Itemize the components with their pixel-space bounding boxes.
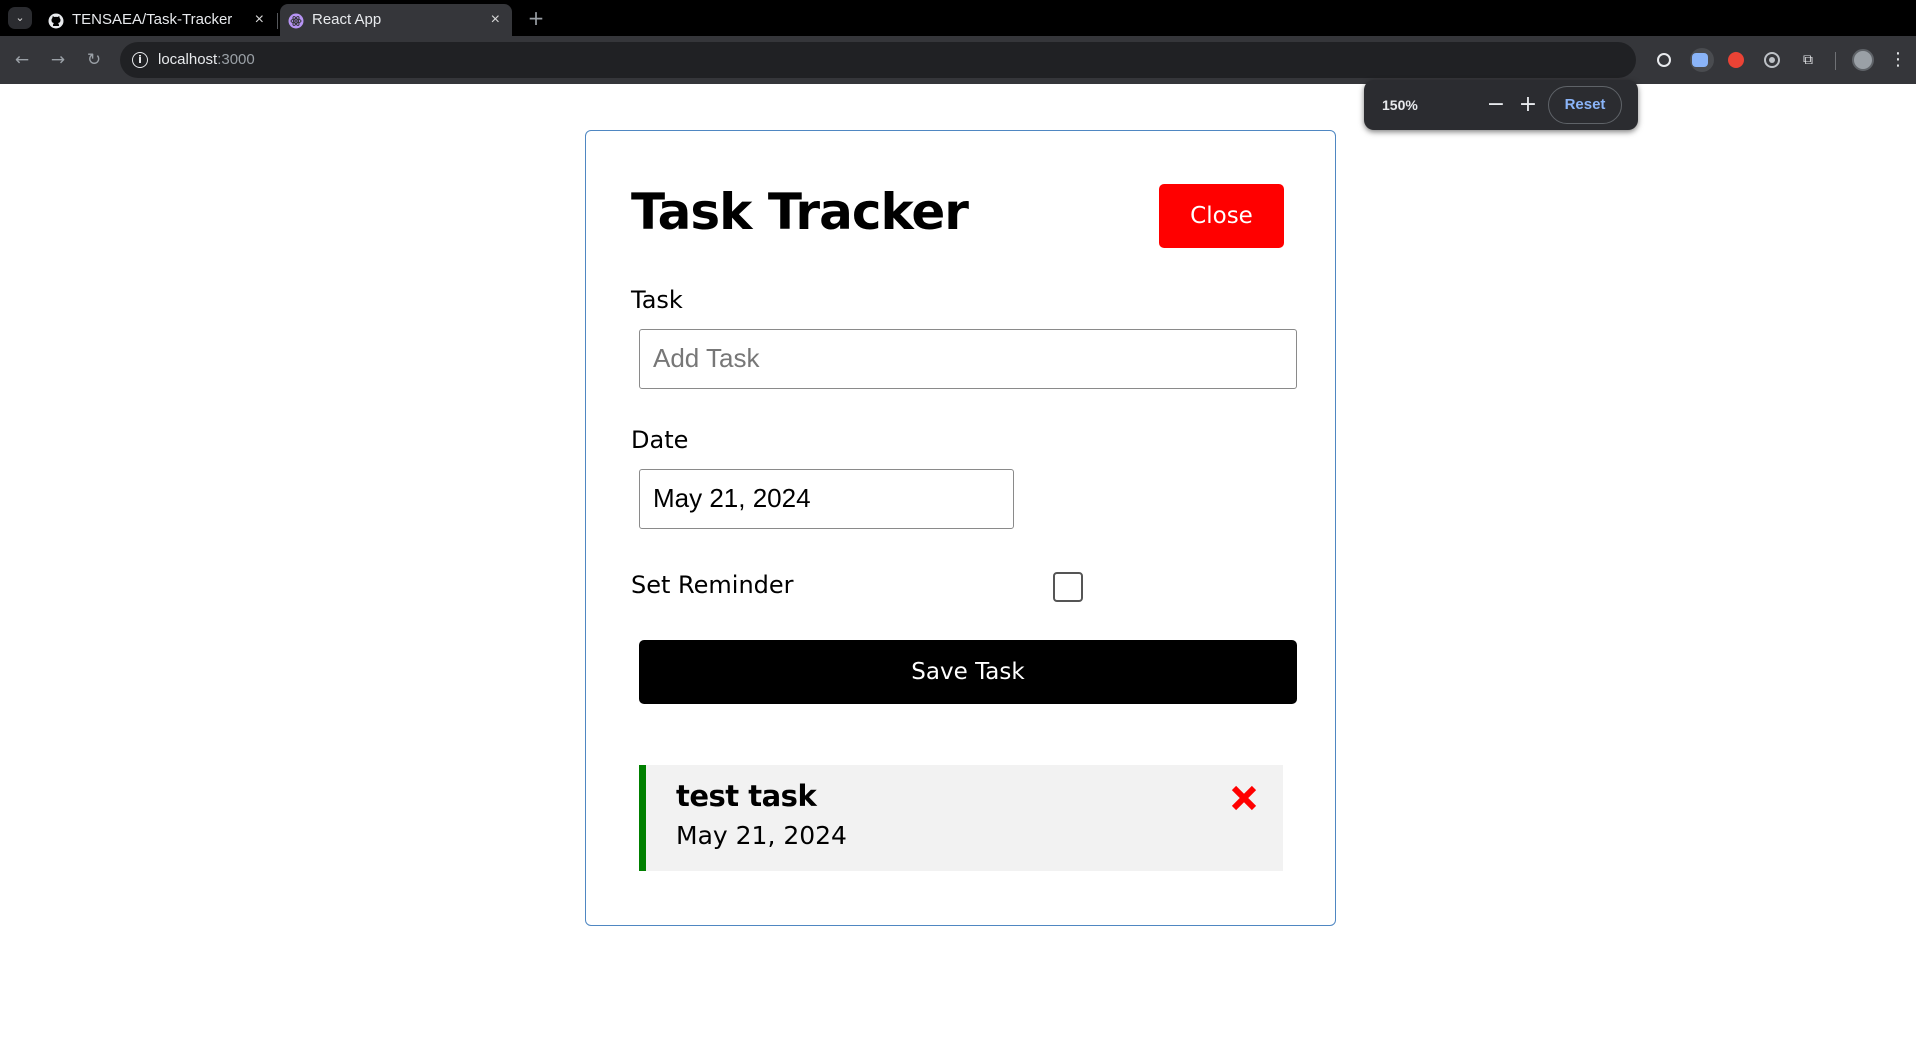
toolbar-divider bbox=[1835, 52, 1836, 70]
reload-icon[interactable]: ↻ bbox=[80, 46, 108, 74]
extension-screen-icon[interactable] bbox=[1688, 48, 1712, 72]
tab-title: React App bbox=[312, 11, 382, 28]
task-text: test task bbox=[676, 779, 817, 813]
zoom-popup: 150% − + Reset bbox=[1364, 80, 1638, 130]
page-title: Task Tracker bbox=[631, 183, 969, 241]
date-label: Date bbox=[631, 426, 689, 454]
react-icon bbox=[288, 13, 304, 29]
tab-github[interactable]: TENSAEA/Task-Tracker × bbox=[40, 4, 276, 36]
tab-close-icon[interactable]: × bbox=[491, 4, 500, 36]
address-bar[interactable]: i localhost:3000 ⌕ ☆ bbox=[120, 42, 1744, 78]
zoom-in-button[interactable]: + bbox=[1514, 91, 1542, 119]
close-button[interactable]: Close bbox=[1159, 184, 1284, 248]
extension-circle-icon[interactable] bbox=[1652, 48, 1676, 72]
profile-avatar[interactable] bbox=[1852, 49, 1874, 71]
tab-title: TENSAEA/Task-Tracker bbox=[72, 11, 233, 28]
zoom-out-button[interactable]: − bbox=[1482, 91, 1510, 119]
reminder-label: Set Reminder bbox=[631, 571, 794, 599]
task-date: May 21, 2024 bbox=[676, 821, 847, 850]
tab-close-icon[interactable]: × bbox=[255, 4, 264, 36]
task-item[interactable]: test task May 21, 2024 bbox=[639, 765, 1283, 871]
browser-toolbar: ← → ↻ i localhost:3000 ⌕ ☆ ⧉ ⋮ bbox=[0, 36, 1916, 84]
url-host: localhost bbox=[158, 51, 218, 68]
reminder-checkbox[interactable] bbox=[1053, 572, 1083, 602]
extensions-puzzle-icon[interactable]: ⧉ bbox=[1796, 48, 1820, 72]
back-arrow-icon[interactable]: ← bbox=[8, 46, 36, 74]
new-tab-button[interactable]: + bbox=[522, 4, 550, 32]
site-info-icon[interactable]: i bbox=[132, 52, 148, 68]
url-port: :3000 bbox=[217, 51, 255, 68]
delete-x-icon[interactable] bbox=[1229, 783, 1259, 813]
save-task-button[interactable]: Save Task bbox=[639, 640, 1297, 704]
zoom-reset-button[interactable]: Reset bbox=[1548, 86, 1622, 124]
zoom-level: 150% bbox=[1382, 97, 1418, 113]
task-label: Task bbox=[631, 286, 683, 314]
extension-target-icon[interactable] bbox=[1760, 48, 1784, 72]
forward-arrow-icon[interactable]: → bbox=[44, 46, 72, 74]
tab-divider bbox=[277, 13, 278, 29]
task-tracker-container: Task Tracker Close Task Add Task Date Ma… bbox=[585, 130, 1336, 926]
browser-menu-icon[interactable]: ⋮ bbox=[1888, 48, 1908, 72]
task-input[interactable]: Add Task bbox=[639, 329, 1297, 389]
date-input[interactable]: May 21, 2024 bbox=[639, 469, 1014, 529]
browser-tab-bar: ⌄ TENSAEA/Task-Tracker × React App × + bbox=[0, 0, 1916, 36]
tab-react-app[interactable]: React App × bbox=[280, 4, 512, 36]
url-text: localhost:3000 bbox=[158, 42, 255, 78]
extension-red-icon[interactable] bbox=[1724, 48, 1748, 72]
github-icon bbox=[48, 13, 64, 29]
tab-search-chevron-icon[interactable]: ⌄ bbox=[8, 7, 32, 29]
